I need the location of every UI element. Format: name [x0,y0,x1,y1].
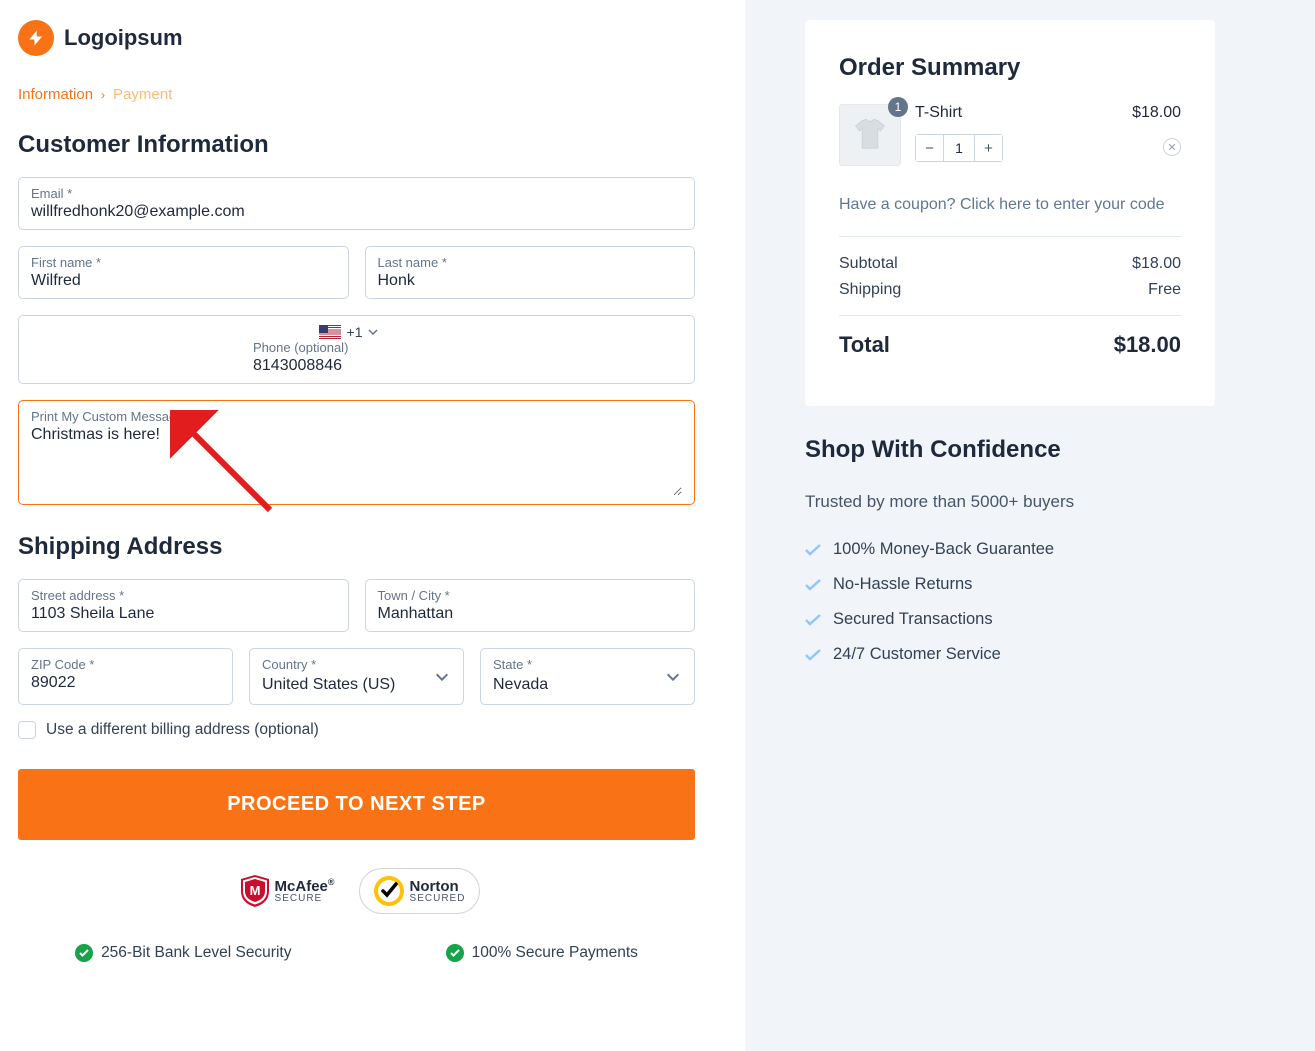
phone-input[interactable] [253,357,460,375]
confidence-item: Secured Transactions [805,610,1215,629]
confidence-item: No-Hassle Returns [805,575,1215,594]
country-field[interactable]: Country * United States (US) [249,648,464,705]
state-field[interactable]: State * Nevada [480,648,695,705]
total-value: $18.00 [1114,332,1181,358]
zip-field[interactable]: ZIP Code * [18,648,233,705]
country-value: United States (US) [262,674,451,696]
mcafee-name: McAfee® [275,878,335,894]
confidence-item: 24/7 Customer Service [805,645,1215,664]
phone-field[interactable]: +1 Phone (optional) [18,315,695,384]
checkmark-seal-icon [374,876,404,906]
confidence-list: 100% Money-Back Guarantee No-Hassle Retu… [805,540,1215,664]
country-label: Country * [262,657,451,672]
check-icon [805,579,821,591]
tshirt-icon [849,114,891,156]
norton-badge: Norton SECURED [359,868,481,914]
city-field[interactable]: Town / City * [365,579,696,632]
remove-item-button[interactable]: ✕ [1163,138,1181,156]
breadcrumb-payment[interactable]: Payment [113,86,172,103]
last-name-field[interactable]: Last name * [365,246,696,299]
item-name: T-Shirt [915,104,1118,122]
check-icon [805,649,821,661]
qty-decrease-button[interactable]: − [916,135,944,161]
zip-input[interactable] [31,674,220,692]
street-field[interactable]: Street address * [18,579,349,632]
check-icon [805,544,821,556]
first-name-label: First name * [31,255,336,270]
chevron-down-icon [368,329,378,335]
custom-message-textarea[interactable] [31,426,682,496]
email-input[interactable] [31,203,682,221]
trust-text: Trusted by more than 5000+ buyers [805,492,1215,512]
mcafee-badge: M McAfee® SECURE [233,871,343,911]
confidence-section: Shop With Confidence Trusted by more tha… [805,436,1215,664]
zip-label: ZIP Code * [31,657,220,672]
phone-label: Phone (optional) [253,340,460,355]
billing-checkbox[interactable] [18,721,36,739]
norton-name: Norton [410,879,466,894]
city-label: Town / City * [378,588,683,603]
item-price: $18.00 [1132,104,1181,122]
security-payments: 100% Secure Payments [446,944,638,962]
shipping-label: Shipping [839,281,901,299]
svg-text:M: M [249,883,260,898]
norton-sub: SECURED [410,894,466,904]
subtotal-value: $18.00 [1132,255,1181,273]
street-label: Street address * [31,588,336,603]
confidence-item: 100% Money-Back Guarantee [805,540,1215,559]
street-input[interactable] [31,605,336,623]
confidence-title: Shop With Confidence [805,436,1215,464]
state-label: State * [493,657,682,672]
coupon-link[interactable]: Have a coupon? Click here to enter your … [839,196,1181,237]
first-name-field[interactable]: First name * [18,246,349,299]
us-flag-icon [319,325,341,339]
item-thumbnail: 1 [839,104,901,166]
email-label: Email * [31,186,682,201]
check-circle-icon [446,944,464,962]
section-customer-info: Customer Information [18,131,695,159]
summary-title: Order Summary [839,54,1181,82]
logo-icon [18,20,54,56]
trust-badges: M McAfee® SECURE Norton SECURED [18,868,695,914]
chevron-right-icon: › [101,88,105,102]
billing-checkbox-label: Use a different billing address (optiona… [46,721,319,739]
city-input[interactable] [378,605,683,623]
last-name-input[interactable] [378,272,683,290]
email-field[interactable]: Email * [18,177,695,230]
proceed-button[interactable]: PROCEED TO NEXT STEP [18,769,695,840]
dial-code: +1 [347,324,363,340]
mcafee-sub: SECURE [275,894,335,904]
state-value: Nevada [493,674,682,696]
quantity-stepper: − 1 + [915,134,1003,162]
phone-country-selector[interactable]: +1 [319,324,395,340]
brand-logo[interactable]: Logoipsum [18,20,695,56]
check-icon [805,614,821,626]
custom-message-field[interactable]: Print My Custom Message * [18,400,695,505]
first-name-input[interactable] [31,272,336,290]
subtotal-label: Subtotal [839,255,898,273]
qty-increase-button[interactable]: + [974,135,1002,161]
brand-name: Logoipsum [64,25,183,51]
security-bank-level: 256-Bit Bank Level Security [75,944,291,962]
qty-value: 1 [944,135,974,161]
breadcrumb-information[interactable]: Information [18,86,93,103]
check-circle-icon [75,944,93,962]
cart-item: 1 T-Shirt − 1 + $18.00 ✕ [839,104,1181,166]
shipping-value: Free [1148,281,1181,299]
section-shipping: Shipping Address [18,533,695,561]
custom-message-label: Print My Custom Message * [31,409,682,424]
qty-badge: 1 [888,97,908,117]
total-label: Total [839,332,890,358]
last-name-label: Last name * [378,255,683,270]
order-summary-card: Order Summary 1 T-Shirt − 1 + $18.00 [805,20,1215,406]
breadcrumb: Information › Payment [18,86,695,103]
shield-icon: M [241,875,269,907]
